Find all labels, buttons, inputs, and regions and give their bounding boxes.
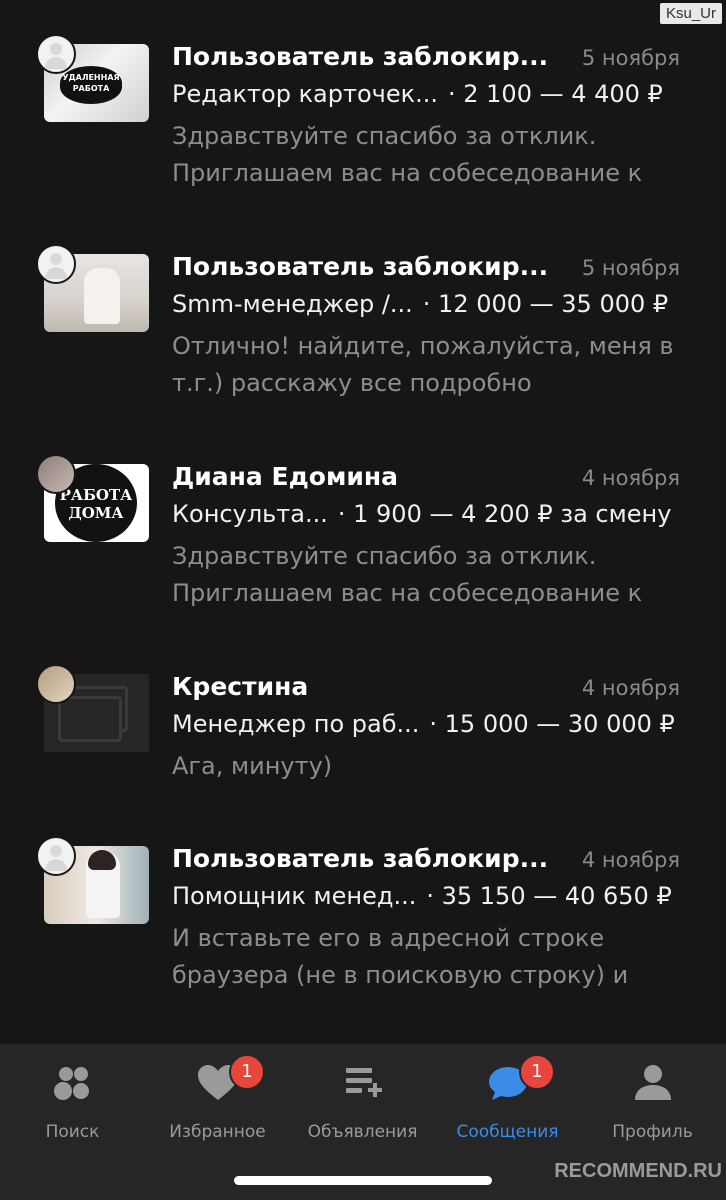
- chat-item[interactable]: УДАЛЕННАЯ РАБОТА Пользователь заблокир..…: [0, 34, 726, 228]
- photo-figure: [88, 850, 116, 870]
- tab-label: Объявления: [307, 1122, 418, 1142]
- job-salary: · 1 900 — 4 200 ₽ за смену: [337, 500, 672, 528]
- chat-title: Пользователь заблокир...: [172, 844, 549, 873]
- chat-date: 4 ноября: [581, 466, 680, 490]
- tab-messages[interactable]: 1 Сообщения: [435, 1054, 580, 1154]
- job-salary: · 12 000 — 35 000 ₽: [422, 290, 669, 318]
- tab-listings[interactable]: Объявления: [290, 1054, 435, 1154]
- job-title: Помощник менед...: [172, 882, 417, 910]
- watermark-logo: RECOMMEND.RU: [554, 1160, 722, 1182]
- search-dots-icon: [53, 1067, 89, 1100]
- user-avatar: [36, 244, 76, 284]
- chat-item[interactable]: Пользователь заблокир... 5 ноября Smm-ме…: [0, 244, 726, 438]
- user-avatar: [36, 836, 76, 876]
- chat-title: Диана Едомина: [172, 462, 399, 491]
- job-salary: · 15 000 — 30 000 ₽: [429, 710, 675, 738]
- list-add-icon: [345, 1068, 382, 1097]
- chat-item[interactable]: Крестина 4 ноября Менеджер по раб... · 1…: [0, 664, 726, 858]
- message-preview: Здравствуйте спасибо за отклик. Приглаша…: [172, 542, 643, 607]
- messages-badge: 1: [519, 1054, 555, 1090]
- chat-item[interactable]: Пользователь заблокир... 4 ноября Помощн…: [0, 836, 726, 1030]
- tab-search[interactable]: Поиск: [0, 1054, 145, 1154]
- message-preview: И вставьте его в адресной строке браузер…: [172, 924, 629, 989]
- message-preview: Отлично! найдите, пожалуйста, меня в т.г…: [172, 332, 674, 397]
- photo-figure: [84, 268, 120, 324]
- thumbnail-caption: УДАЛЕННАЯ РАБОТА: [60, 66, 122, 104]
- job-title: Редактор карточек...: [172, 80, 438, 108]
- tab-label: Избранное: [169, 1122, 266, 1142]
- tab-favorites[interactable]: 1 Избранное: [145, 1054, 290, 1154]
- chat-date: 4 ноября: [581, 848, 680, 872]
- message-preview: Ага, минуту): [172, 752, 333, 780]
- job-row: Менеджер по раб... · 15 000 — 30 000 ₽: [172, 710, 682, 738]
- job-row: Smm-менеджер /... · 12 000 — 35 000 ₽: [172, 290, 682, 318]
- message-preview: Здравствуйте спасибо за отклик. Приглаша…: [172, 122, 643, 187]
- job-title: Консульта...: [172, 500, 328, 528]
- job-salary: · 2 100 — 4 400 ₽: [448, 80, 663, 108]
- tab-label: Сообщения: [456, 1122, 559, 1142]
- job-row: Помощник менед... · 35 150 — 40 650 ₽: [172, 882, 682, 910]
- chat-title: Пользователь заблокир...: [172, 252, 549, 281]
- user-avatar: [36, 34, 76, 74]
- chat-date: 4 ноября: [581, 676, 680, 700]
- job-title: Smm-менеджер /...: [172, 290, 413, 318]
- home-indicator[interactable]: [234, 1176, 492, 1185]
- profile-icon: [634, 1065, 671, 1100]
- user-avatar: [36, 454, 76, 494]
- job-title: Менеджер по раб...: [172, 710, 420, 738]
- chat-title: Пользователь заблокир...: [172, 42, 549, 71]
- tab-profile[interactable]: Профиль: [580, 1054, 725, 1154]
- watermark-username: Ksu_Ur: [659, 3, 722, 24]
- chat-date: 5 ноября: [581, 256, 680, 280]
- chat-item[interactable]: РАБОТА ДОМА Диана Едомина 4 ноября Консу…: [0, 454, 726, 648]
- job-salary: · 35 150 — 40 650 ₽: [426, 882, 672, 910]
- image-placeholder-icon: [58, 696, 122, 742]
- chat-title: Крестина: [172, 672, 309, 701]
- user-avatar: [36, 664, 76, 704]
- job-row: Консульта... · 1 900 — 4 200 ₽ за смену: [172, 500, 682, 528]
- tab-label: Поиск: [45, 1122, 100, 1142]
- chat-date: 5 ноября: [581, 46, 680, 70]
- tab-label: Профиль: [612, 1122, 693, 1142]
- job-row: Редактор карточек... · 2 100 — 4 400 ₽: [172, 80, 682, 108]
- favorites-badge: 1: [229, 1054, 265, 1090]
